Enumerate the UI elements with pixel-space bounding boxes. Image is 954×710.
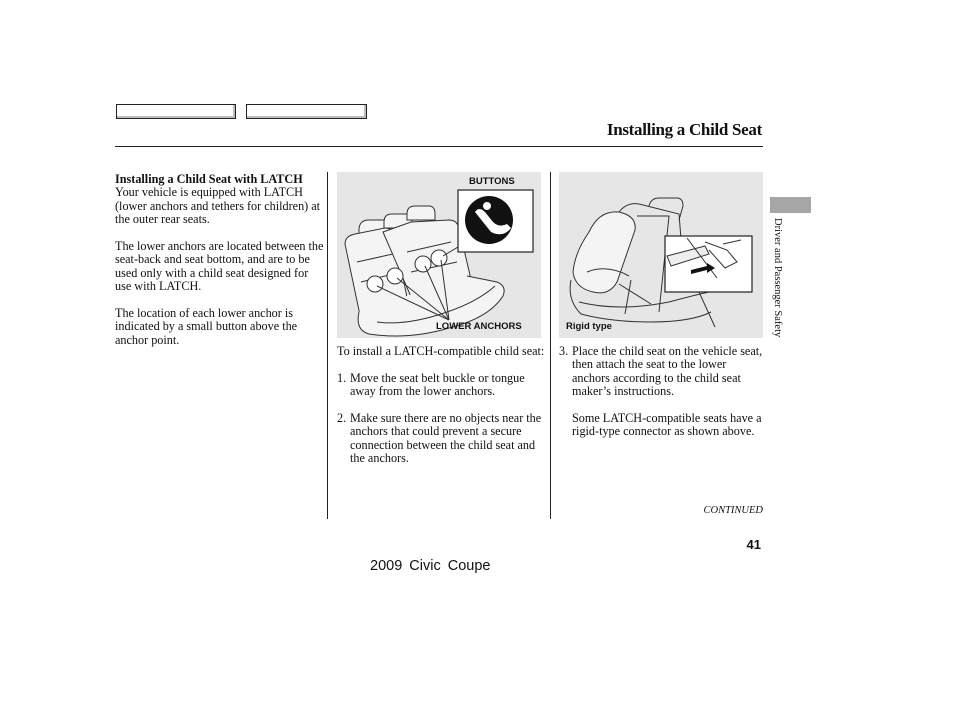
list-item: 3. Place the child seat on the vehicle s… [559,344,764,399]
figure-lower-anchors: BUTTONS LOWER ANCHORS [337,172,541,338]
rear-seat-illustration [344,189,534,337]
continued-label: CONTINUED [703,505,763,516]
column-divider [550,172,551,519]
note-text: Some LATCH-compatible seats have a rigid… [572,411,762,439]
paragraph: The location of each lower anchor is ind… [115,306,298,347]
rigid-type-caption: Rigid type [566,321,612,332]
intro-text: To install a LATCH-compatible child seat… [337,344,545,358]
column-steps-1: To install a LATCH-compatible child seat… [337,344,547,466]
list-item: 1. Move the seat belt buckle or tongue a… [337,370,547,399]
rigid-connector-illustration [569,197,753,328]
page-title: Installing a Child Seat [606,120,762,139]
list-item: 2. Make sure there are no objects near t… [337,411,547,466]
page-number: 41 [746,537,761,552]
figure-rigid-type: Rigid type [559,172,763,338]
paragraph: Your vehicle is equipped with LATCH (low… [115,185,321,227]
section-heading: Installing a Child Seat with LATCH [115,172,303,186]
column-steps-2: 3. Place the child seat on the vehicle s… [559,344,764,452]
step-text: Place the child seat on the vehicle seat… [572,344,763,399]
step-number: 3. [559,344,569,358]
section-tab[interactable] [770,197,811,213]
step-number: 1. [337,370,347,385]
header-rule [115,146,763,147]
section-tab-label: Driver and Passenger Safety [772,218,783,338]
step-text: Make sure there are no objects near the … [350,411,542,466]
paragraph: The lower anchors are located between th… [115,239,324,294]
step-number: 2. [337,411,347,425]
step-text: Move the seat belt buckle or tongue away… [350,370,525,399]
nav-button-next[interactable] [246,104,367,119]
column-intro: Installing a Child Seat with LATCH Your … [115,172,325,361]
model-footer: 2009 Civic Coupe [370,558,491,574]
nav-button-previous[interactable] [116,104,236,119]
child-seat-anchor-symbol-icon [465,196,513,244]
column-divider [327,172,328,519]
lower-anchors-label: LOWER ANCHORS [436,321,522,332]
buttons-label: BUTTONS [469,176,515,187]
